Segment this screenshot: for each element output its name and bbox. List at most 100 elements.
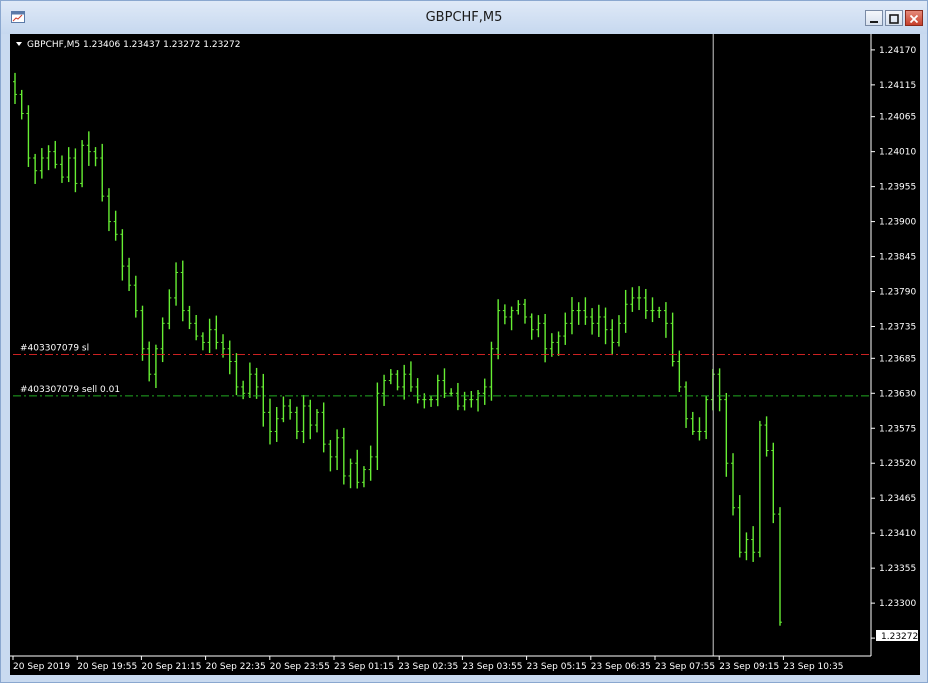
price-bar xyxy=(657,306,662,319)
price-bar xyxy=(724,392,729,477)
price-bar xyxy=(637,286,642,311)
price-bar xyxy=(509,306,514,331)
price-bar xyxy=(341,427,346,485)
price-bar xyxy=(596,304,601,337)
price-bar xyxy=(281,396,286,423)
price-bar xyxy=(361,466,366,488)
price-bar xyxy=(563,312,568,345)
minimize-button[interactable] xyxy=(865,10,883,26)
price-bar xyxy=(523,298,527,324)
price-label: 1.23735 xyxy=(879,323,916,333)
price-bar xyxy=(442,368,447,399)
price-bar xyxy=(160,317,165,363)
restore-button[interactable] xyxy=(885,10,903,26)
price-bar xyxy=(690,411,695,435)
symbol-info: GBPCHF,M5 1.23406 1.23437 1.23272 1.2327… xyxy=(27,40,240,50)
price-bar xyxy=(382,374,387,406)
price-bar xyxy=(415,378,420,404)
price-bar xyxy=(476,390,481,412)
price-bar xyxy=(39,148,44,179)
price-bar xyxy=(26,105,31,167)
time-label: 20 Sep 23:55 xyxy=(270,662,330,672)
price-bar xyxy=(429,395,434,407)
time-label: 20 Sep 21:15 xyxy=(141,662,201,672)
time-label: 23 Sep 02:35 xyxy=(398,662,458,672)
price-chart-canvas[interactable]: #403307079 sl #403307079 sell 0.01 1.241… xyxy=(10,34,920,675)
price-bar xyxy=(66,147,71,183)
price-bar xyxy=(744,532,749,561)
price-bar xyxy=(133,275,138,318)
price-bar xyxy=(348,458,353,489)
time-label: 23 Sep 06:35 xyxy=(591,662,651,672)
time-label: 20 Sep 19:55 xyxy=(77,662,137,672)
time-label: 20 Sep 22:35 xyxy=(206,662,266,672)
price-bar xyxy=(536,315,541,338)
price-bar xyxy=(140,305,145,361)
price-bar xyxy=(737,495,742,558)
price-bar xyxy=(321,402,326,453)
price-bar xyxy=(516,300,521,315)
price-bar xyxy=(46,145,51,171)
price-bar xyxy=(482,378,487,405)
price-bar xyxy=(308,399,313,440)
price-label: 1.23685 xyxy=(879,354,916,364)
price-bar xyxy=(268,398,272,445)
restore-icon xyxy=(889,14,899,24)
current-price-label: 1.23272 xyxy=(881,632,918,642)
price-bar xyxy=(576,302,581,325)
price-bar xyxy=(455,382,460,411)
price-label: 1.23790 xyxy=(879,288,916,298)
time-label: 23 Sep 03:55 xyxy=(462,662,522,672)
price-bar xyxy=(731,453,736,516)
price-bar xyxy=(684,381,689,428)
price-bar xyxy=(328,439,333,472)
price-bar xyxy=(757,420,762,558)
price-bar xyxy=(53,140,58,169)
chart-info: GBPCHF,M5 1.23406 1.23437 1.23272 1.2327… xyxy=(16,40,240,50)
time-label: 23 Sep 05:15 xyxy=(527,662,587,672)
window-title: GBPCHF,M5 xyxy=(425,10,503,25)
price-chart[interactable]: #403307079 sl #403307079 sell 0.01 1.241… xyxy=(10,34,920,675)
price-bar xyxy=(86,131,91,166)
price-bar xyxy=(174,262,179,306)
price-bar xyxy=(402,364,407,400)
dropdown-triangle-icon[interactable] xyxy=(16,42,22,46)
price-bar xyxy=(214,315,219,350)
price-bar xyxy=(19,89,24,120)
time-label: 23 Sep 09:15 xyxy=(719,662,779,672)
price-bar xyxy=(677,350,682,393)
price-bar xyxy=(462,391,467,411)
stop-loss-label: #403307079 sl xyxy=(20,343,89,353)
price-bar xyxy=(147,341,152,382)
price-bar xyxy=(288,399,293,420)
price-bar xyxy=(717,368,722,412)
time-label: 23 Sep 07:55 xyxy=(655,662,715,672)
price-bar xyxy=(603,307,608,345)
price-label: 1.24170 xyxy=(879,46,916,56)
price-bars xyxy=(13,72,782,626)
price-bar xyxy=(556,331,561,356)
title-bar[interactable]: GBPCHF,M5 xyxy=(1,1,927,34)
price-bar xyxy=(388,369,393,385)
price-label: 1.23410 xyxy=(879,529,916,539)
price-label: 1.23300 xyxy=(879,599,916,609)
price-bar xyxy=(449,388,454,397)
price-bar xyxy=(153,344,158,388)
price-label: 1.23520 xyxy=(879,459,916,469)
price-bar xyxy=(529,313,534,340)
price-label: 1.23900 xyxy=(879,218,916,228)
price-bar xyxy=(335,429,340,471)
close-button[interactable] xyxy=(905,10,923,26)
price-bar xyxy=(207,318,212,353)
price-bar xyxy=(764,416,769,457)
price-bar xyxy=(630,287,635,312)
price-bar xyxy=(33,153,38,184)
price-bar xyxy=(368,445,373,481)
price-label: 1.24115 xyxy=(879,81,916,91)
price-bar xyxy=(113,210,118,241)
price-bar xyxy=(697,417,702,441)
price-bar xyxy=(704,396,709,440)
price-bar xyxy=(261,373,266,427)
price-bar xyxy=(167,289,172,330)
price-bar xyxy=(496,299,501,360)
